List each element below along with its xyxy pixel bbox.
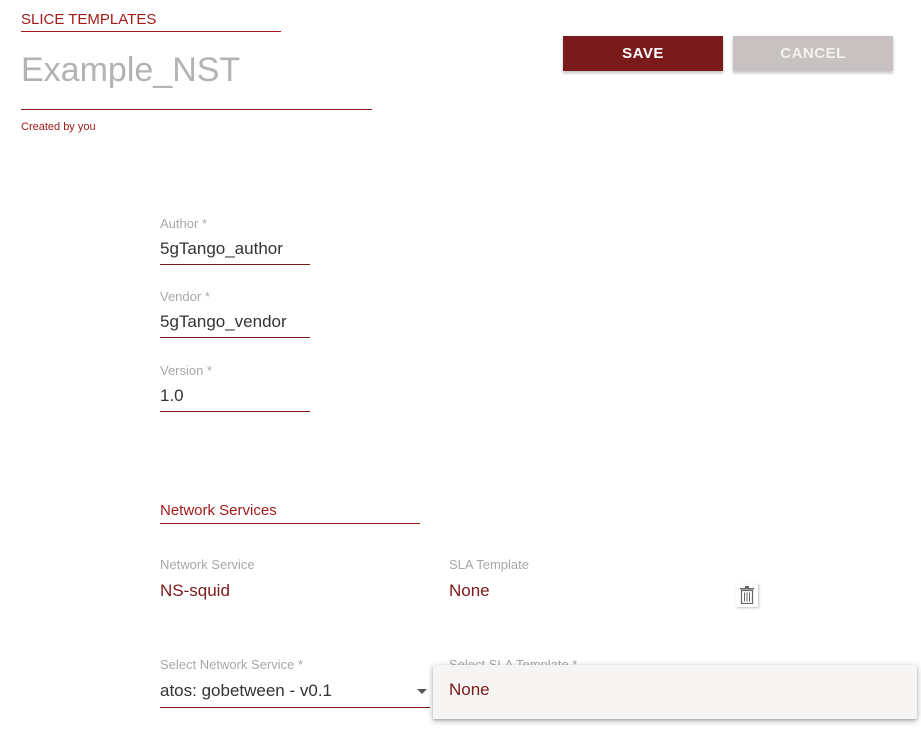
- author-label: Author *: [160, 216, 207, 231]
- network-service-select-value: atos: gobetween - v0.1: [160, 681, 333, 700]
- section-title: SLICE TEMPLATES: [21, 11, 281, 32]
- created-by-text: Created by you: [21, 121, 96, 133]
- delete-network-service-button[interactable]: [736, 583, 758, 607]
- save-button[interactable]: SAVE: [563, 36, 723, 71]
- sla-template-column-label: SLA Template: [449, 557, 529, 572]
- nst-name-field[interactable]: Example_NST: [21, 50, 372, 110]
- select-network-service-label: Select Network Service *: [160, 657, 304, 672]
- network-services-title: Network Services: [160, 501, 420, 524]
- vendor-input[interactable]: 5gTango_vendor: [160, 305, 310, 338]
- author-input[interactable]: 5gTango_author: [160, 232, 310, 265]
- vendor-label: Vendor *: [160, 289, 210, 304]
- version-label: Version *: [160, 363, 213, 378]
- trash-icon: [740, 586, 754, 604]
- vendor-field: Vendor * 5gTango_vendor: [160, 289, 310, 338]
- version-field: Version * 1.0: [160, 363, 310, 412]
- network-service-select[interactable]: atos: gobetween - v0.1: [160, 679, 430, 708]
- network-service-value: NS-squid: [160, 581, 230, 600]
- sla-template-value: None: [449, 581, 490, 600]
- network-service-column-label: Network Service: [160, 557, 255, 572]
- sla-template-dropdown-menu: None: [433, 665, 917, 719]
- author-field: Author * 5gTango_author: [160, 216, 310, 265]
- select-network-service: Select Network Service * atos: gobetween…: [160, 657, 430, 708]
- cancel-button[interactable]: CANCEL: [733, 36, 893, 71]
- version-input[interactable]: 1.0: [160, 379, 310, 412]
- dropdown-option[interactable]: None: [449, 680, 490, 700]
- chevron-down-icon: [417, 689, 427, 694]
